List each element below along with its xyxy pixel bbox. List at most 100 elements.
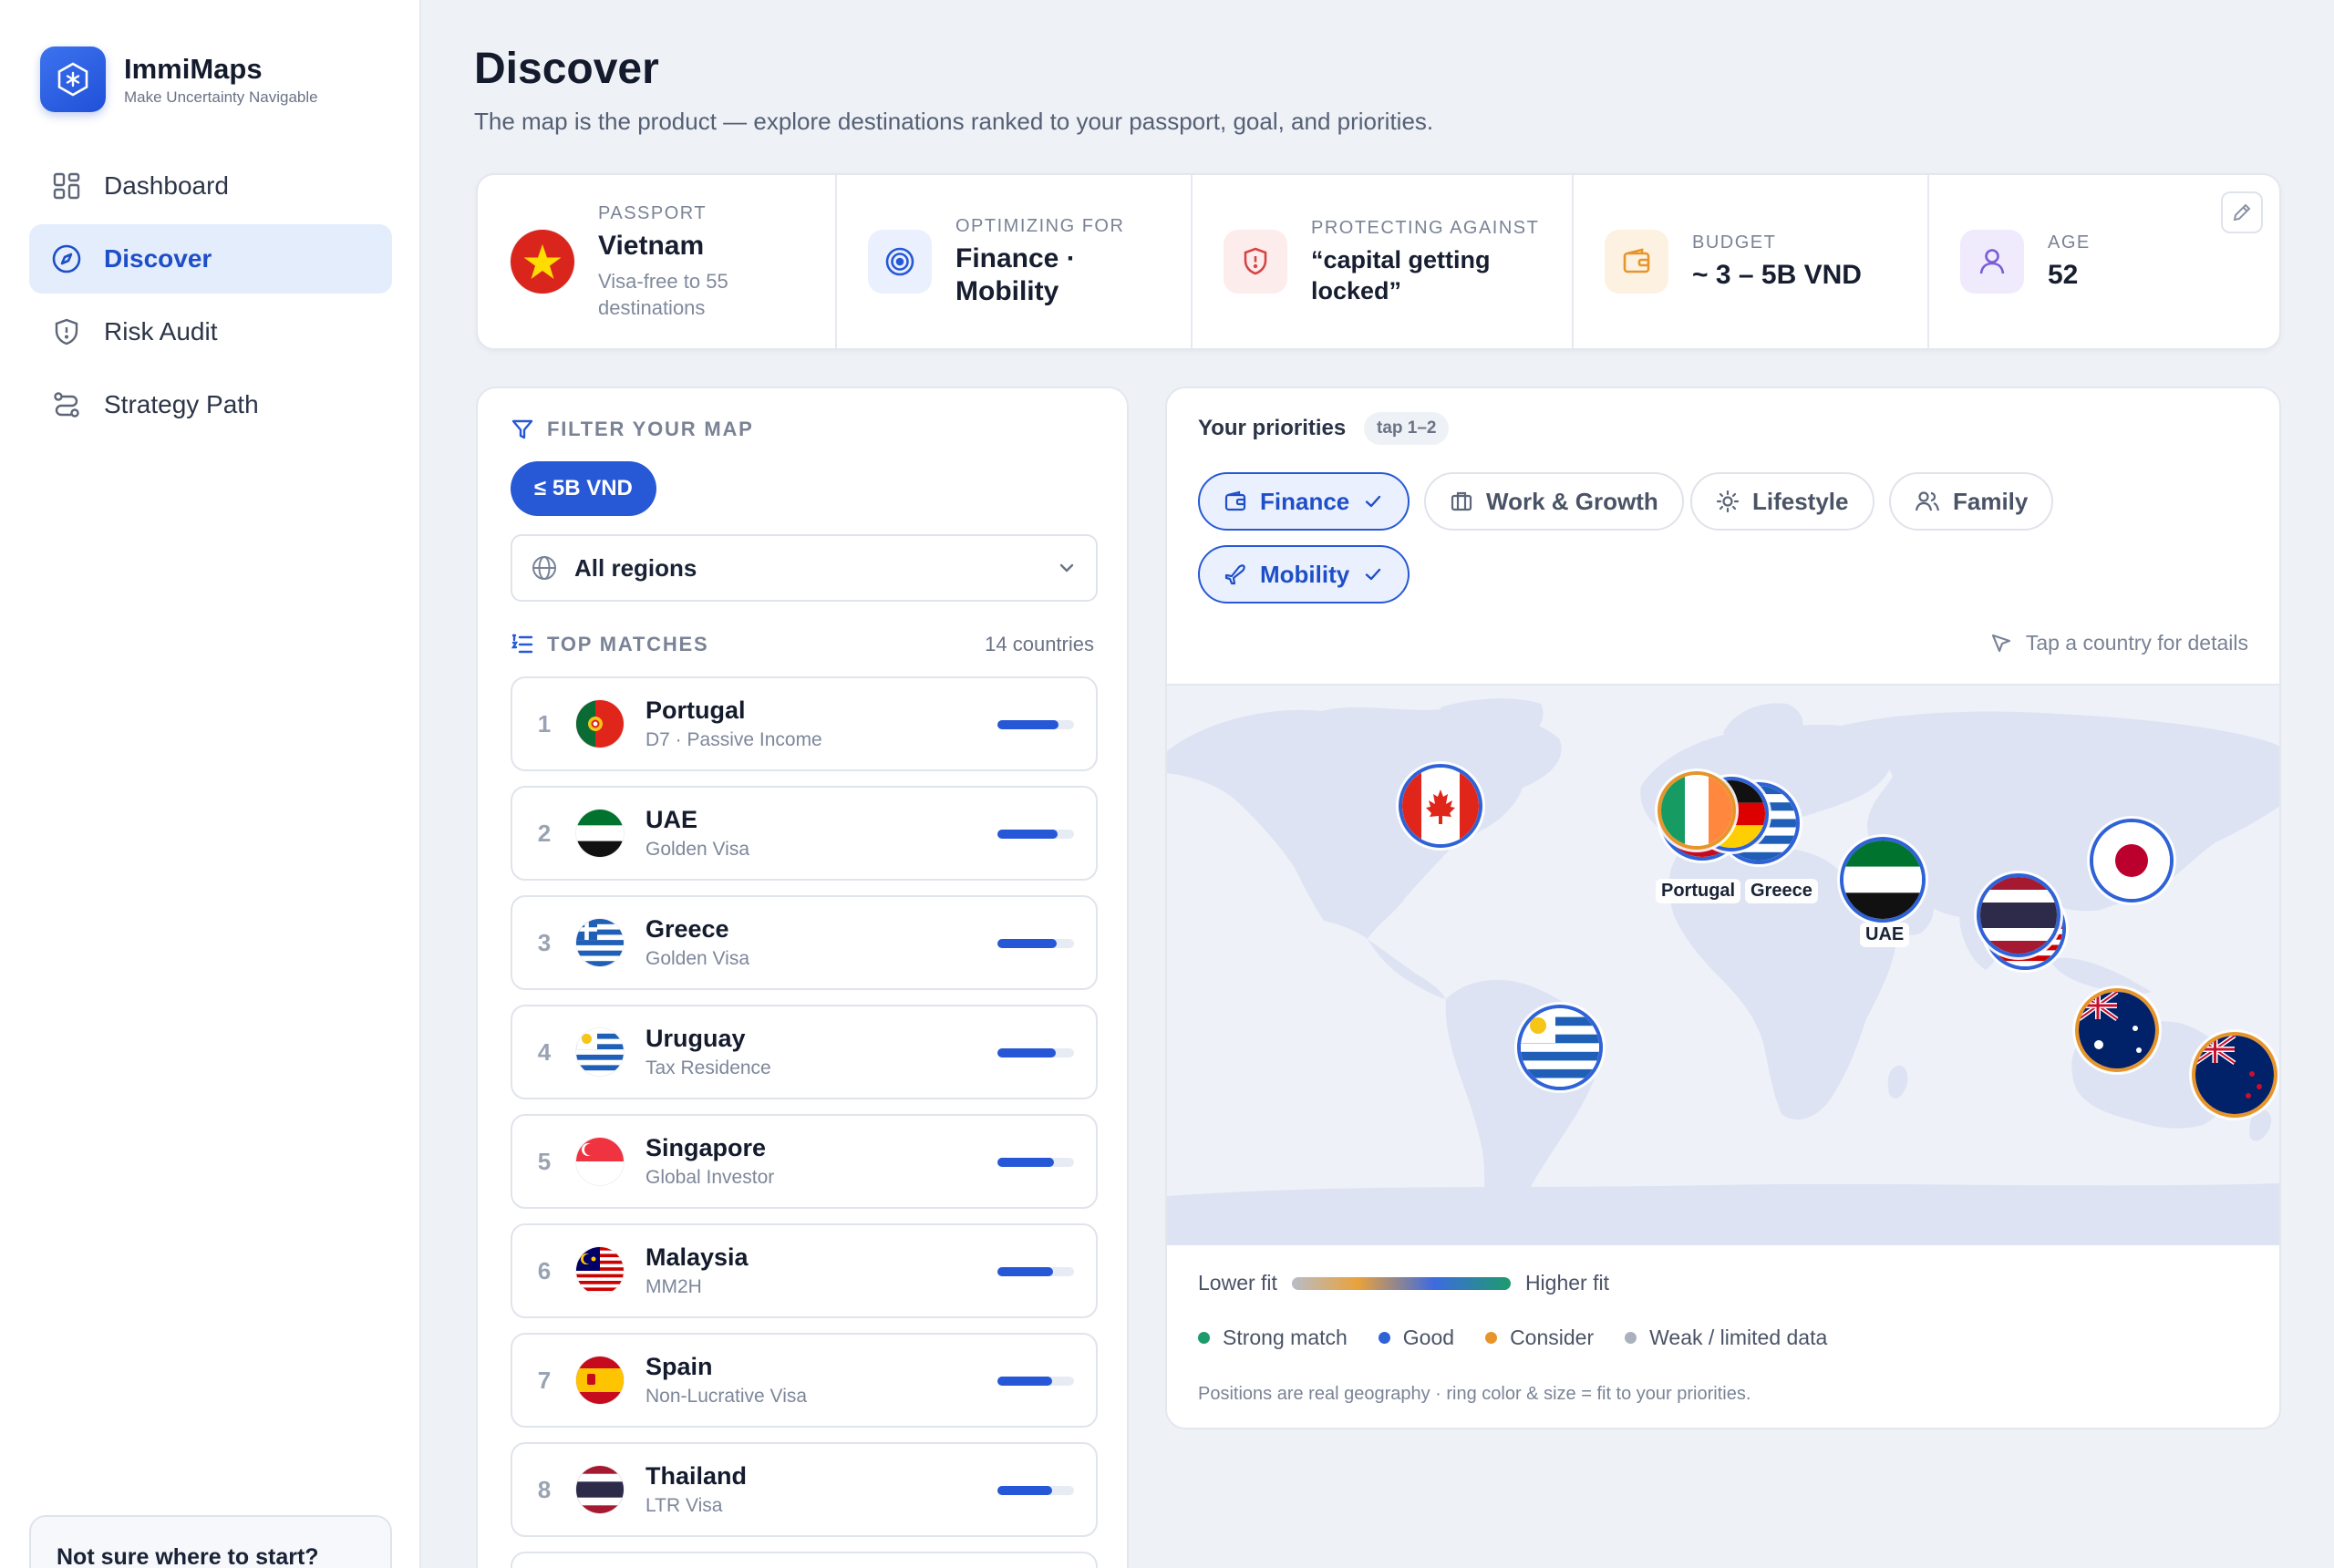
nav-item-risk-audit[interactable]: Risk Audit [29,297,392,366]
protecting-label: PROTECTING AGAINST [1311,217,1540,238]
help-card[interactable]: Not sure where to start? [29,1515,392,1568]
fit-scale-lower: Lower fit [1198,1271,1277,1295]
match-name: Uruguay [645,1025,746,1052]
uruguay-flag-icon [576,1028,624,1076]
match-fit-fill [997,830,1058,839]
nav-item-strategy-path[interactable]: Strategy Path [29,370,392,439]
match-partial[interactable] [511,1552,1098,1568]
nav-label-risk-audit: Risk Audit [104,317,218,346]
map-hint-text: Tap a country for details [2025,631,2248,655]
map-pin-ireland[interactable] [1658,771,1736,850]
top-matches-label: TOP MATCHES [547,633,709,655]
map-pin-canada[interactable] [1399,764,1482,848]
priority-chip-work-growth[interactable]: Work & Growth [1424,472,1684,531]
map-pin-thailand[interactable] [1977,873,2060,957]
matches-count: 14 countries [985,633,1094,655]
match-rank: 4 [537,1037,552,1066]
match-fit-fill [997,1377,1053,1386]
singapore-flag-icon [576,1138,624,1185]
priority-chip-lifestyle[interactable]: Lifestyle [1690,472,1874,531]
match-uae[interactable]: 2 UAE Golden Visa [511,786,1098,881]
match-name: UAE [645,806,698,833]
dashboard-icon [51,170,82,201]
divider [1191,175,1193,348]
match-thailand[interactable]: 8 Thailand LTR Visa [511,1442,1098,1537]
match-uruguay[interactable]: 4 Uruguay Tax Residence [511,1005,1098,1099]
plane-icon [1224,562,1247,586]
legend-label: Consider [1510,1326,1595,1349]
thailand-flag-icon [576,1466,624,1513]
legend-strong: Strong match [1198,1326,1348,1350]
funnel-icon [511,418,534,441]
wallet-icon [1605,230,1668,294]
map-label-greece: Greece [1745,879,1818,903]
match-singapore[interactable]: 5 Singapore Global Investor [511,1114,1098,1209]
vietnam-flag-icon [511,230,574,294]
legend-label: Strong match [1223,1326,1348,1349]
match-greece[interactable]: 3 Greece Golden Visa [511,895,1098,990]
map-pin-uruguay[interactable] [1517,1005,1603,1090]
target-icon [868,230,932,294]
match-rank: 6 [537,1256,552,1284]
divider [835,175,837,348]
legend-label: Weak / limited data [1649,1326,1828,1349]
match-spain[interactable]: 7 Spain Non-Lucrative Visa [511,1333,1098,1428]
divider [1927,175,1929,348]
match-rank: 8 [537,1475,552,1503]
match-name: Malaysia [645,1243,749,1271]
match-visa: LTR Visa [645,1495,723,1516]
priority-label: Lifestyle [1752,487,1849,515]
match-malaysia[interactable]: 6 Malaysia MM2H [511,1223,1098,1318]
filter-panel: FILTER YOUR MAP ≤ 5B VND All regions TOP… [476,387,1129,1568]
match-fit-bar [997,1158,1074,1167]
match-name: Singapore [645,1134,767,1161]
nav-item-dashboard[interactable]: Dashboard [29,151,392,221]
sidebar: ImmiMaps Make Uncertainty Navigable Dash… [0,0,421,1568]
chevron-down-icon [1056,557,1078,579]
priority-chip-mobility[interactable]: Mobility [1198,545,1410,603]
pencil-icon [2231,201,2253,223]
match-fit-fill [997,1267,1054,1276]
match-fit-bar [997,830,1074,839]
match-fit-bar [997,939,1074,948]
priority-label: Family [1953,487,2029,515]
profile-summary: PASSPORT Vietnam Visa-free to 55 destina… [476,173,2281,350]
priority-label: Mobility [1260,560,1350,588]
match-fit-fill [997,720,1059,729]
brand[interactable]: ImmiMaps Make Uncertainty Navigable [40,46,318,112]
match-name: Thailand [645,1462,748,1490]
budget-value: ~ 3 – 5B VND [1692,259,1862,290]
protecting-value: “capital getting locked” [1311,245,1491,304]
filter-label: FILTER YOUR MAP [547,418,754,440]
age-value: 52 [2048,259,2079,290]
match-visa: Tax Residence [645,1057,771,1078]
world-map-shapes [1167,698,2279,1245]
cursor-icon [1989,632,2013,655]
world-map[interactable]: Portugal Greece UAE [1167,684,2279,1245]
map-hint: Tap a country for details [1989,631,2248,655]
priority-label: Work & Growth [1486,487,1658,515]
page-title: Discover [474,45,659,93]
family-icon [1915,490,1940,513]
passport-value: Vietnam [598,230,705,261]
malaysia-flag-icon [576,1247,624,1295]
budget-filter-chip[interactable]: ≤ 5B VND [511,461,656,516]
optimizing-label: OPTIMIZING FOR [955,215,1125,236]
ranked-list-icon [511,633,534,656]
help-card-title: Not sure where to start? [57,1544,319,1568]
legend-dot [1378,1332,1390,1344]
match-visa: Golden Visa [645,948,750,969]
map-pin-new-zealand[interactable] [2192,1032,2277,1118]
region-select[interactable]: All regions [511,534,1098,602]
fit-scale: Lower fit Higher fit [1198,1271,1609,1295]
map-pin-japan[interactable] [2090,819,2174,903]
match-name: Spain [645,1353,713,1380]
map-pin-australia[interactable] [2075,988,2159,1072]
nav-item-discover[interactable]: Discover [29,224,392,294]
priority-chip-family[interactable]: Family [1889,472,2054,531]
edit-profile-button[interactable] [2221,191,2263,233]
priority-chip-finance[interactable]: Finance [1198,472,1410,531]
match-portugal[interactable]: 1 Portugal D7 · Passive Income [511,676,1098,771]
map-pin-uae[interactable] [1840,837,1926,923]
priority-label: Finance [1260,487,1350,515]
